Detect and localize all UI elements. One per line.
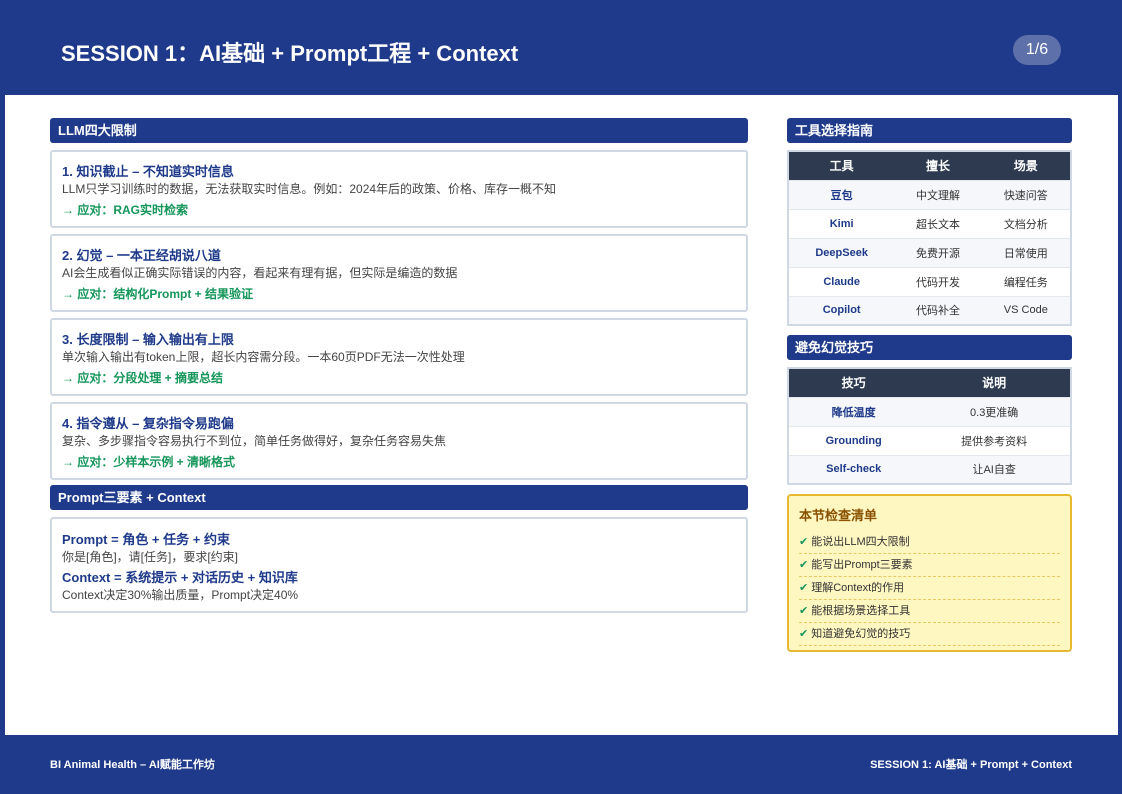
tool-scenario: 快速问答	[981, 179, 1071, 209]
table-header-row: 工具 擅长 场景	[788, 151, 1071, 180]
table-row: Claude 代码开发 编程任务	[788, 266, 1071, 296]
tip-name: 降低温度	[788, 396, 919, 426]
limit-fix: → 应对：结构化Prompt + 结果验证	[62, 287, 254, 301]
table-row: Self-check 让AI自查	[788, 454, 1071, 484]
table-row: Copilot 代码补全 VS Code	[788, 295, 1071, 325]
tip-desc: 提供参考资料	[918, 425, 1071, 455]
prompt-template: 你是[角色]，请[任务]，要求[约束]	[62, 550, 239, 564]
tool-name: Claude	[788, 266, 895, 296]
tool-strength: 免费开源	[894, 237, 982, 267]
limit-desc: 复杂、多步骤指令容易执行不到位，简单任务做得好，复杂任务容易失焦	[62, 434, 447, 448]
tool-strength: 超长文本	[894, 208, 982, 238]
limit-card-4: 4. 指令遵从 – 复杂指令易跑偏 复杂、多步骤指令容易执行不到位，简单任务做得…	[50, 402, 748, 480]
checklist-item: ✔ 能说出LLM四大限制	[799, 531, 1060, 554]
limit-card-2: 2. 幻觉 – 一本正经胡说八道 AI会生成看似正确实际错误的内容，看起来有理有…	[50, 234, 748, 312]
footer-left: BI Animal Health – AI赋能工作坊	[50, 759, 215, 771]
column-header: 说明	[918, 368, 1071, 397]
limit-title: 1. 知识截止 – 不知道实时信息	[62, 164, 234, 179]
limit-card-3: 3. 长度限制 – 输入输出有上限 单次输入输出有token上限，超长内容需分段…	[50, 318, 748, 396]
context-formula: Context = 系统提示 + 对话历史 + 知识库	[62, 570, 298, 585]
table-row: 豆包 中文理解 快速问答	[788, 179, 1071, 209]
checklist-item-label: 能说出LLM四大限制	[811, 536, 910, 548]
tool-scenario: 编程任务	[981, 266, 1071, 296]
tips-section-header: 避免幻觉技巧	[787, 335, 1072, 360]
table-header-row: 技巧 说明	[788, 368, 1071, 397]
limit-title: 4. 指令遵从 – 复杂指令易跑偏	[62, 416, 234, 431]
column-header: 技巧	[788, 368, 919, 397]
checklist-item-label: 能写出Prompt三要素	[811, 559, 913, 571]
tools-section-header: 工具选择指南	[787, 118, 1072, 143]
checklist-item: ✔ 能写出Prompt三要素	[799, 554, 1060, 577]
tool-scenario: VS Code	[981, 295, 1071, 325]
column-header: 工具	[788, 151, 895, 180]
table-row: 降低温度 0.3更准确	[788, 396, 1071, 426]
checklist-item: ✔ 能根据场景选择工具	[799, 600, 1060, 623]
page-number-badge: 1/6	[1013, 35, 1061, 65]
check-icon: ✔	[799, 605, 809, 617]
limit-fix: → 应对：少样本示例 + 清晰格式	[62, 455, 236, 469]
check-icon: ✔	[799, 582, 809, 594]
limit-desc: AI会生成看似正确实际错误的内容，看起来有理有据，但实际是编造的数据	[62, 266, 458, 280]
limit-fix: → 应对：分段处理 + 摘要总结	[62, 371, 224, 385]
checklist-item: ✔ 知道避免幻觉的技巧	[799, 623, 1060, 646]
tip-desc: 让AI自查	[918, 454, 1071, 484]
checklist-title: 本节检查清单	[799, 508, 878, 523]
context-note: Context决定30%输出质量，Prompt决定40%	[62, 588, 299, 602]
check-icon: ✔	[799, 559, 809, 571]
tools-table: 工具 擅长 场景 豆包 中文理解 快速问答 Kimi 超长文本 文档分析 Dee…	[787, 150, 1072, 326]
checklist-item-label: 知道避免幻觉的技巧	[811, 628, 911, 640]
tip-name: Self-check	[788, 454, 919, 484]
tool-name: 豆包	[788, 179, 895, 209]
limit-desc: LLM只学习训练时的数据，无法获取实时信息。例如：2024年后的政策、价格、库存…	[62, 182, 557, 196]
limit-title: 2. 幻觉 – 一本正经胡说八道	[62, 248, 221, 263]
tool-name: Copilot	[788, 295, 895, 325]
limit-title: 3. 长度限制 – 输入输出有上限	[62, 332, 234, 347]
check-icon: ✔	[799, 628, 809, 640]
column-header: 擅长	[894, 151, 982, 180]
tip-name: Grounding	[788, 425, 919, 455]
checklist-item-label: 理解Context的作用	[811, 582, 905, 594]
header: SESSION 1：AI基础 + Prompt工程 + Context 1/6	[0, 0, 1122, 95]
tip-desc: 0.3更准确	[918, 396, 1071, 426]
tool-scenario: 文档分析	[981, 208, 1071, 238]
prompt-formula: Prompt = 角色 + 任务 + 约束	[62, 532, 230, 547]
check-icon: ✔	[799, 536, 809, 548]
tool-strength: 代码补全	[894, 295, 982, 325]
tool-strength: 代码开发	[894, 266, 982, 296]
prompt-card: Prompt = 角色 + 任务 + 约束 你是[角色]，请[任务]，要求[约束…	[50, 517, 748, 613]
table-row: DeepSeek 免费开源 日常使用	[788, 237, 1071, 267]
tool-strength: 中文理解	[894, 179, 982, 209]
limit-fix: → 应对：RAG实时检索	[62, 203, 189, 217]
checklist-item: ✔ 理解Context的作用	[799, 577, 1060, 600]
tool-name: Kimi	[788, 208, 895, 238]
footer-right: SESSION 1: AI基础 + Prompt + Context	[870, 759, 1072, 771]
table-row: Grounding 提供参考资料	[788, 425, 1071, 455]
tool-scenario: 日常使用	[981, 237, 1071, 267]
limits-section-header: LLM四大限制	[50, 118, 748, 143]
tool-name: DeepSeek	[788, 237, 895, 267]
column-header: 场景	[981, 151, 1071, 180]
table-row: Kimi 超长文本 文档分析	[788, 208, 1071, 238]
limit-card-1: 1. 知识截止 – 不知道实时信息 LLM只学习训练时的数据，无法获取实时信息。…	[50, 150, 748, 228]
page-title: SESSION 1：AI基础 + Prompt工程 + Context	[61, 41, 519, 66]
tips-table: 技巧 说明 降低温度 0.3更准确 Grounding 提供参考资料 Self-…	[787, 367, 1072, 485]
limit-desc: 单次输入输出有token上限，超长内容需分段。一本60页PDF无法一次性处理	[62, 350, 465, 364]
prompt-section-header: Prompt三要素 + Context	[50, 485, 748, 510]
checklist-item-label: 能根据场景选择工具	[811, 605, 911, 617]
checklist-box: 本节检查清单 ✔ 能说出LLM四大限制 ✔ 能写出Prompt三要素 ✔ 理解Cont…	[787, 494, 1072, 652]
